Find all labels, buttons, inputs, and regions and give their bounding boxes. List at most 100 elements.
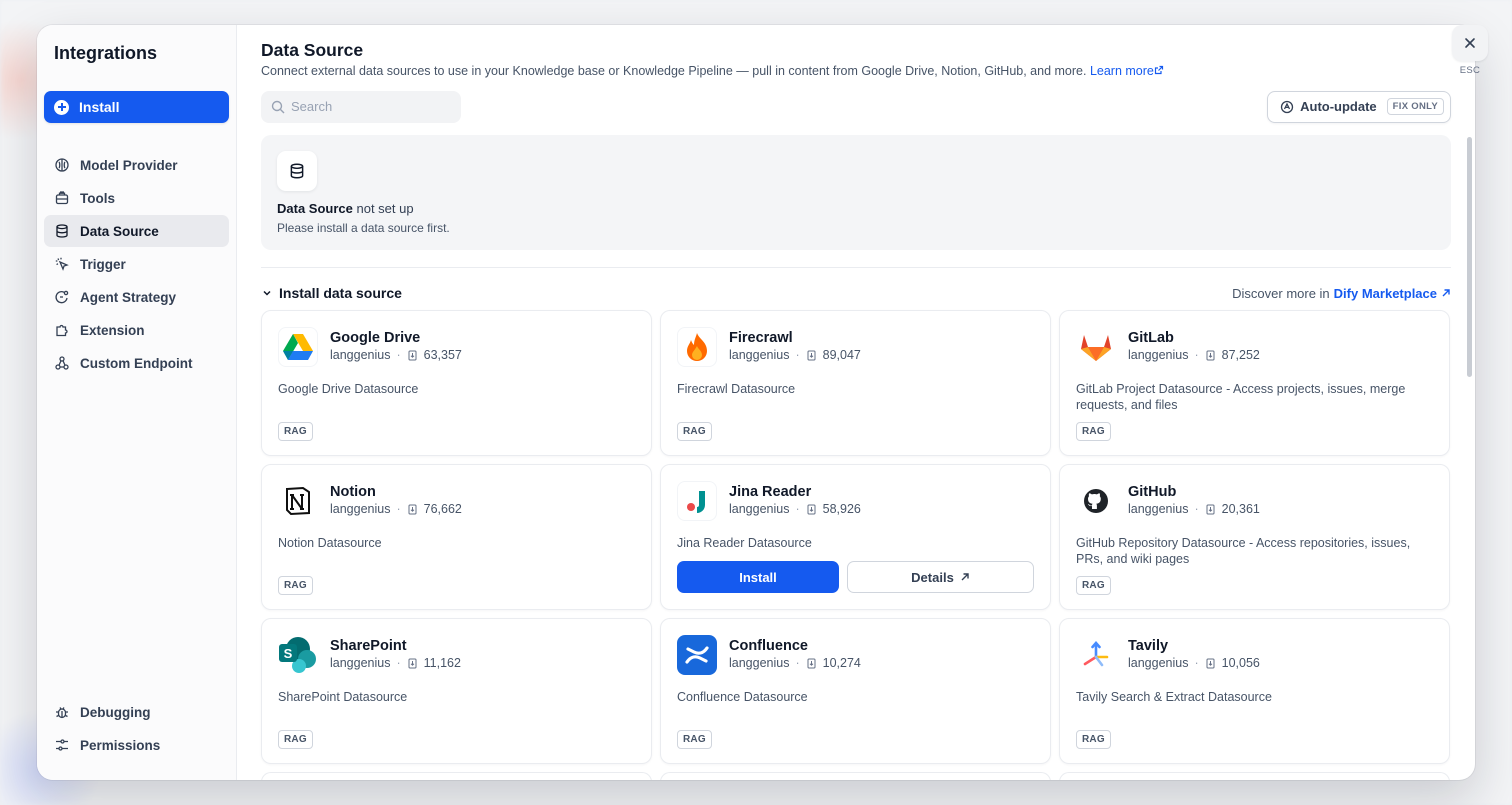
plugin-meta: langgenius · 76,662 bbox=[330, 502, 462, 516]
plugin-card-firecrawl[interactable]: Firecrawl langgenius · 89,047 Firecrawl D… bbox=[660, 310, 1051, 456]
plugin-card-partial bbox=[660, 772, 1051, 780]
sidebar-item-agent-strategy[interactable]: Agent Strategy bbox=[44, 281, 229, 313]
sidebar-item-tools[interactable]: Tools bbox=[44, 182, 229, 214]
install-button[interactable]: Install bbox=[44, 91, 229, 123]
auto-update-button[interactable]: Auto-update FIX ONLY bbox=[1267, 90, 1451, 123]
plugin-details-button[interactable]: Details bbox=[847, 561, 1034, 593]
plugin-author: langgenius bbox=[729, 656, 790, 670]
sidebar-item-data-source[interactable]: Data Source bbox=[44, 215, 229, 247]
plugin-author: langgenius bbox=[1128, 502, 1189, 516]
plugin-card-confluence[interactable]: Confluence langgenius · 10,274 Confluence… bbox=[660, 618, 1051, 764]
plugin-meta: langgenius · 87,252 bbox=[1128, 348, 1260, 362]
bug-icon bbox=[56, 707, 68, 719]
database-icon bbox=[56, 224, 68, 238]
plugin-card-sharepoint[interactable]: S SharePoint langgenius · 11,162 SharePoi… bbox=[261, 618, 652, 764]
download-count-icon bbox=[1206, 350, 1215, 360]
empty-state-title-rest: not set up bbox=[352, 201, 414, 216]
marketplace-link[interactable]: Dify Marketplace bbox=[1334, 286, 1437, 301]
plugin-name: Jina Reader bbox=[729, 484, 812, 500]
sidebar-item-label: Custom Endpoint bbox=[80, 355, 193, 371]
page-title: Data Source bbox=[261, 40, 364, 60]
plugin-card-partial bbox=[1059, 772, 1450, 780]
download-count-icon bbox=[807, 658, 816, 668]
close-button[interactable] bbox=[1452, 25, 1488, 61]
integrations-modal: Integrations Install Model Provider Tool… bbox=[37, 25, 1475, 780]
learn-more-link[interactable]: Learn more bbox=[1090, 64, 1164, 78]
svg-text:S: S bbox=[284, 646, 293, 661]
plugin-tag: RAG bbox=[677, 730, 712, 749]
arrow-up-right-icon bbox=[961, 573, 969, 581]
firecrawl-logo bbox=[677, 327, 717, 367]
sidebar-item-model-provider[interactable]: Model Provider bbox=[44, 149, 229, 181]
plugin-author: langgenius bbox=[1128, 656, 1189, 670]
plugin-install-button[interactable]: Install bbox=[677, 561, 839, 593]
plugin-description: Firecrawl Datasource bbox=[677, 382, 796, 396]
plugin-tag: RAG bbox=[278, 730, 313, 749]
plugin-name: GitLab bbox=[1128, 330, 1174, 346]
puzzle-icon bbox=[56, 324, 68, 337]
plugin-author: langgenius bbox=[729, 502, 790, 516]
search-input[interactable] bbox=[291, 99, 451, 114]
plugin-meta: langgenius · 63,357 bbox=[330, 348, 462, 362]
chevron-down-icon bbox=[263, 290, 271, 296]
plugin-install-count: 11,162 bbox=[423, 656, 461, 670]
plugin-card-notion[interactable]: Notion langgenius · 76,662 Notion Datasou… bbox=[261, 464, 652, 610]
download-count-icon bbox=[807, 350, 816, 360]
download-count-icon bbox=[1206, 658, 1215, 668]
scrollbar-thumb[interactable] bbox=[1467, 137, 1472, 377]
plugin-card-github[interactable]: GitHub langgenius · 20,361 GitHub Reposit… bbox=[1059, 464, 1450, 610]
confluence-logo bbox=[677, 635, 717, 675]
search-box[interactable] bbox=[261, 90, 461, 123]
plugin-author: langgenius bbox=[330, 348, 391, 362]
plugin-meta: langgenius · 10,056 bbox=[1128, 656, 1260, 670]
sidebar-item-debugging[interactable]: Debugging bbox=[44, 696, 229, 728]
page-description: Connect external data sources to use in … bbox=[261, 63, 1451, 79]
tavily-logo bbox=[1076, 635, 1116, 675]
plugin-tag: RAG bbox=[278, 576, 313, 595]
plugin-card-partial bbox=[261, 772, 652, 780]
plugin-card-tavily[interactable]: Tavily langgenius · 10,056 Tavily Search … bbox=[1059, 618, 1450, 764]
esc-hint: ESC bbox=[1459, 65, 1481, 76]
auto-update-icon bbox=[1280, 100, 1294, 113]
plugin-meta: langgenius · 10,274 bbox=[729, 656, 861, 670]
download-count-icon bbox=[1206, 504, 1215, 514]
plugin-card-google-drive[interactable]: Google Drive langgenius · 63,357 Google D… bbox=[261, 310, 652, 456]
notion-logo bbox=[278, 481, 318, 521]
sharepoint-logo: S bbox=[278, 635, 318, 675]
download-count-icon bbox=[408, 504, 417, 514]
sidebar-item-permissions[interactable]: Permissions bbox=[44, 729, 229, 761]
database-icon bbox=[290, 163, 304, 179]
plugin-card-jina-reader[interactable]: Jina Reader langgenius · 58,926 Jina Read… bbox=[660, 464, 1051, 610]
plugin-install-count: 58,926 bbox=[822, 502, 861, 516]
section-toggle[interactable]: Install data source bbox=[261, 285, 402, 301]
plugin-tag: RAG bbox=[1076, 422, 1111, 441]
plugin-description: Google Drive Datasource bbox=[278, 382, 419, 396]
plugin-name: Firecrawl bbox=[729, 330, 793, 346]
plugin-tag: RAG bbox=[1076, 730, 1111, 749]
plugin-card-gitlab[interactable]: GitLab langgenius · 87,252 GitLab Project… bbox=[1059, 310, 1450, 456]
google-drive-logo bbox=[278, 327, 318, 367]
marketplace-link-label: Dify Marketplace bbox=[1333, 285, 1437, 301]
sidebar-item-trigger[interactable]: Trigger bbox=[44, 248, 229, 280]
plugin-description: GitHub Repository Datasource - Access re… bbox=[1076, 536, 1411, 566]
empty-state-title-bold: Data Source bbox=[277, 201, 353, 216]
sidebar-item-label: Debugging bbox=[80, 704, 151, 720]
fix-only-badge: FIX ONLY bbox=[1386, 98, 1444, 115]
endpoint-icon bbox=[55, 356, 69, 370]
plugin-meta: langgenius · 58,926 bbox=[729, 502, 861, 516]
discover-prefix: Discover more in bbox=[1232, 285, 1330, 301]
jina-logo bbox=[677, 481, 717, 521]
plugin-name: Notion bbox=[330, 484, 376, 500]
sidebar-item-custom-endpoint[interactable]: Custom Endpoint bbox=[44, 347, 229, 379]
github-logo bbox=[1076, 481, 1116, 521]
plugin-name: Confluence bbox=[729, 638, 808, 654]
empty-state-icon-box bbox=[277, 151, 317, 191]
learn-more-label: Learn more bbox=[1089, 64, 1154, 78]
trigger-icon bbox=[55, 257, 69, 271]
sidebar-item-extension[interactable]: Extension bbox=[44, 314, 229, 346]
install-button-label: Install bbox=[79, 99, 120, 115]
main-content: Data Source Connect external data source… bbox=[237, 25, 1475, 780]
plugin-description: Tavily Search & Extract Datasource bbox=[1076, 690, 1272, 704]
sidebar-title: Integrations bbox=[54, 43, 158, 63]
sidebar-item-label: Permissions bbox=[80, 737, 161, 753]
